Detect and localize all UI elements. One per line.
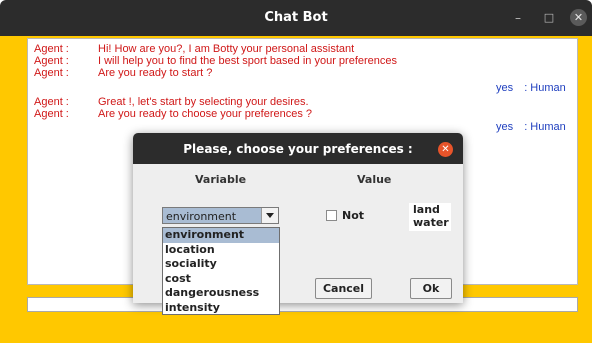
dropdown-option[interactable]: intensity (163, 301, 279, 316)
human-message: yes : Human (496, 82, 566, 94)
not-checkbox[interactable] (326, 210, 337, 221)
agent-label: Agent : (34, 67, 69, 79)
dropdown-option[interactable]: location (163, 243, 279, 258)
window-title: Chat Bot (264, 10, 328, 25)
human-reply-text: yes (496, 121, 514, 133)
value-list[interactable]: land water (409, 203, 451, 231)
dialog-close-button[interactable]: ✕ (438, 142, 453, 157)
value-column-header: Value (357, 173, 392, 186)
agent-message: Agent : Are you ready to choose your pre… (34, 108, 574, 120)
variable-dropdown-list[interactable]: environment location sociality cost dang… (162, 227, 280, 315)
dropdown-option[interactable]: sociality (163, 257, 279, 272)
agent-message-text: Are you ready to start ? (98, 67, 213, 79)
agent-label: Agent : (34, 55, 69, 67)
ok-button[interactable]: Ok (410, 278, 452, 299)
maximize-button[interactable]: □ (541, 10, 557, 26)
human-label: : Human (524, 121, 566, 133)
not-checkbox-label: Not (342, 209, 365, 222)
variable-combobox-value: environment (166, 210, 237, 223)
cancel-button[interactable]: Cancel (315, 278, 372, 299)
agent-message: Agent : Hi! How are you?, I am Botty you… (34, 43, 574, 55)
dialog-titlebar: Please, choose your preferences : ✕ (133, 133, 463, 164)
variable-combobox[interactable]: environment (162, 207, 279, 224)
agent-message-text: Hi! How are you?, I am Botty your person… (98, 43, 355, 55)
agent-message: Agent : Great !, let's start by selectin… (34, 96, 574, 108)
window-close-button[interactable]: ✕ (570, 9, 587, 26)
agent-message: Agent : Are you ready to start ? (34, 67, 574, 79)
value-list-item[interactable]: land (409, 203, 451, 216)
dialog-title: Please, choose your preferences : (183, 142, 413, 156)
window-titlebar: Chat Bot – □ ✕ (0, 0, 592, 36)
minimize-button[interactable]: – (510, 10, 526, 26)
dropdown-option[interactable]: environment (163, 228, 279, 243)
agent-label: Agent : (34, 43, 69, 55)
human-label: : Human (524, 82, 566, 94)
agent-message-text: Are you ready to choose your preferences… (98, 108, 313, 120)
dropdown-option[interactable]: cost (163, 272, 279, 287)
agent-label: Agent : (34, 108, 69, 120)
variable-column-header: Variable (195, 173, 247, 186)
human-message: yes : Human (496, 121, 566, 133)
agent-message-text: I will help you to find the best sport b… (98, 55, 398, 67)
agent-label: Agent : (34, 96, 69, 108)
agent-message: Agent : I will help you to find the best… (34, 55, 574, 67)
human-reply-text: yes (496, 82, 514, 94)
agent-message-text: Great !, let's start by selecting your d… (98, 96, 309, 108)
value-list-item[interactable]: water (409, 216, 451, 229)
chevron-down-icon[interactable] (261, 208, 278, 223)
dropdown-option[interactable]: dangerousness (163, 286, 279, 301)
